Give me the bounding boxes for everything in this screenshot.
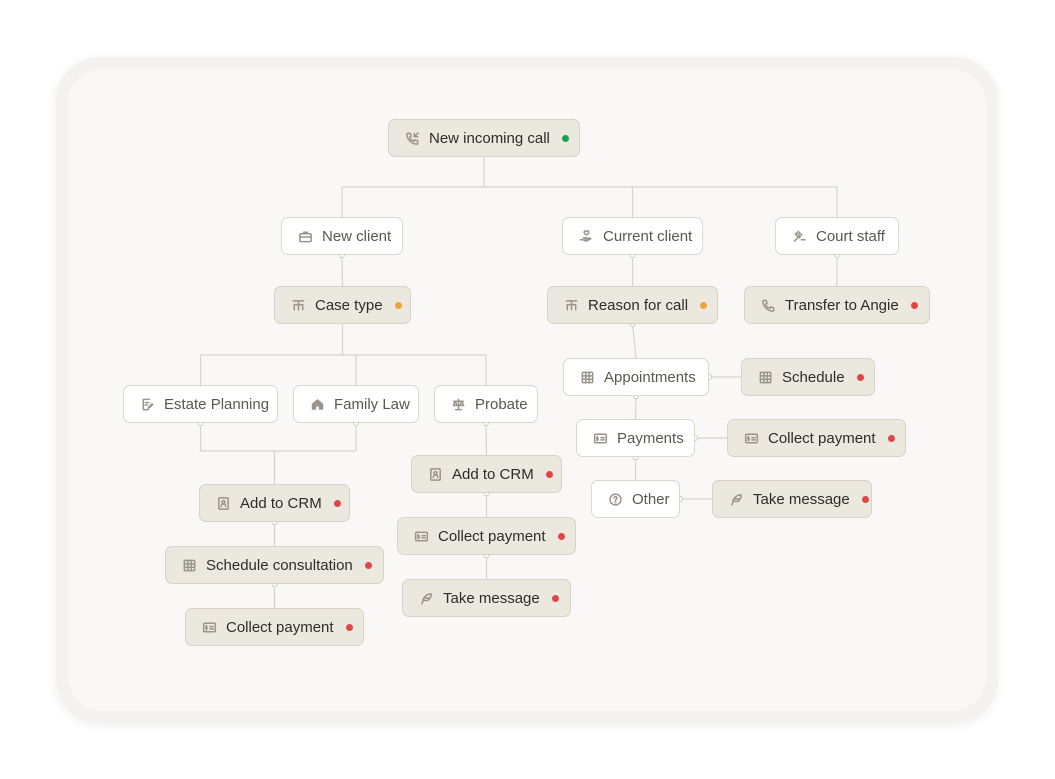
status-dot [345,623,353,631]
contact-card-icon [426,465,444,483]
flow-canvas: New incoming call New client Current cli… [68,69,986,711]
node-current-client[interactable]: Current client [562,217,703,255]
status-dot [910,301,918,309]
node-label: Family Law [334,395,410,413]
node-label: Estate Planning [164,395,270,413]
node-label: Probate [475,395,528,413]
document-pen-icon [138,395,156,413]
node-label: Collect payment [226,618,334,636]
status-dot [364,561,372,569]
node-add-to-crm-left[interactable]: Add to CRM [199,484,350,522]
node-other[interactable]: Other [591,480,680,518]
payment-card-icon [200,618,218,636]
calendar-grid-icon [578,368,596,386]
node-label: Reason for call [588,296,689,314]
connector-segment-14 [634,395,637,420]
status-dot [333,499,341,507]
node-schedule-consultation[interactable]: Schedule consultation [165,546,384,584]
connector-segment-23 [485,422,488,456]
status-dot [856,373,864,381]
payment-card-icon [742,429,760,447]
feather-icon [417,589,435,607]
node-probate[interactable]: Probate [434,385,538,423]
status-dot [561,134,569,142]
node-take-message-right[interactable]: Take message [712,480,872,518]
phone-incoming-icon [403,129,421,147]
node-court-staff[interactable]: Court staff [775,217,899,255]
node-label: Collect payment [768,429,876,447]
status-dot [887,434,895,442]
status-dot [394,301,402,309]
status-dot [545,470,553,478]
node-family-law[interactable]: Family Law [293,385,419,423]
node-label: Court staff [816,227,885,245]
node-label: Other [632,490,670,508]
node-new-incoming-call[interactable]: New incoming call [388,119,580,157]
payment-card-icon [412,527,430,545]
node-label: Add to CRM [452,465,534,483]
gavel-icon [790,227,808,245]
connector-segment-5 [341,254,344,287]
node-label: Current client [603,227,693,245]
node-label: Collect payment [438,527,546,545]
node-transfer-to-angie[interactable]: Transfer to Angie [744,286,930,324]
node-label: Take message [753,490,850,508]
node-label: Take message [443,589,540,607]
node-case-type[interactable]: Case type [274,286,411,324]
briefcase-icon [296,227,314,245]
status-dot [700,301,708,309]
payment-card-icon [591,429,609,447]
status-dot [557,532,565,540]
node-label: Transfer to Angie [785,296,899,314]
node-estate-planning[interactable]: Estate Planning [123,385,278,423]
node-label: Appointments [604,368,696,386]
calendar-grid-icon [756,368,774,386]
node-label: Schedule consultation [206,556,353,574]
phone-icon [759,296,777,314]
feather-icon [727,490,745,508]
node-collect-payment-mid[interactable]: Collect payment [397,517,576,555]
contact-card-icon [214,494,232,512]
connector-segment-13 [631,323,637,359]
node-collect-payment-left[interactable]: Collect payment [185,608,364,646]
node-schedule[interactable]: Schedule [741,358,875,396]
scales-icon [449,395,467,413]
node-label: Schedule [782,368,845,386]
hand-heart-icon [577,227,595,245]
node-new-client[interactable]: New client [281,217,403,255]
node-collect-payment-right[interactable]: Collect payment [727,419,906,457]
question-circle-icon [606,490,624,508]
node-label: Case type [315,296,383,314]
calendar-grid-icon [180,556,198,574]
node-add-to-crm-mid[interactable]: Add to CRM [411,455,562,493]
node-reason-for-call[interactable]: Reason for call [547,286,718,324]
node-label: Add to CRM [240,494,322,512]
status-dot [551,594,559,602]
diagram-frame: New incoming call New client Current cli… [56,57,998,723]
node-payments[interactable]: Payments [576,419,695,457]
status-dot [861,495,869,503]
home-icon [308,395,326,413]
node-take-message-mid[interactable]: Take message [402,579,571,617]
sitemap-icon [289,296,307,314]
sitemap-icon [562,296,580,314]
node-appointments[interactable]: Appointments [563,358,709,396]
node-label: New incoming call [429,129,550,147]
node-label: New client [322,227,392,245]
node-label: Payments [617,429,684,447]
